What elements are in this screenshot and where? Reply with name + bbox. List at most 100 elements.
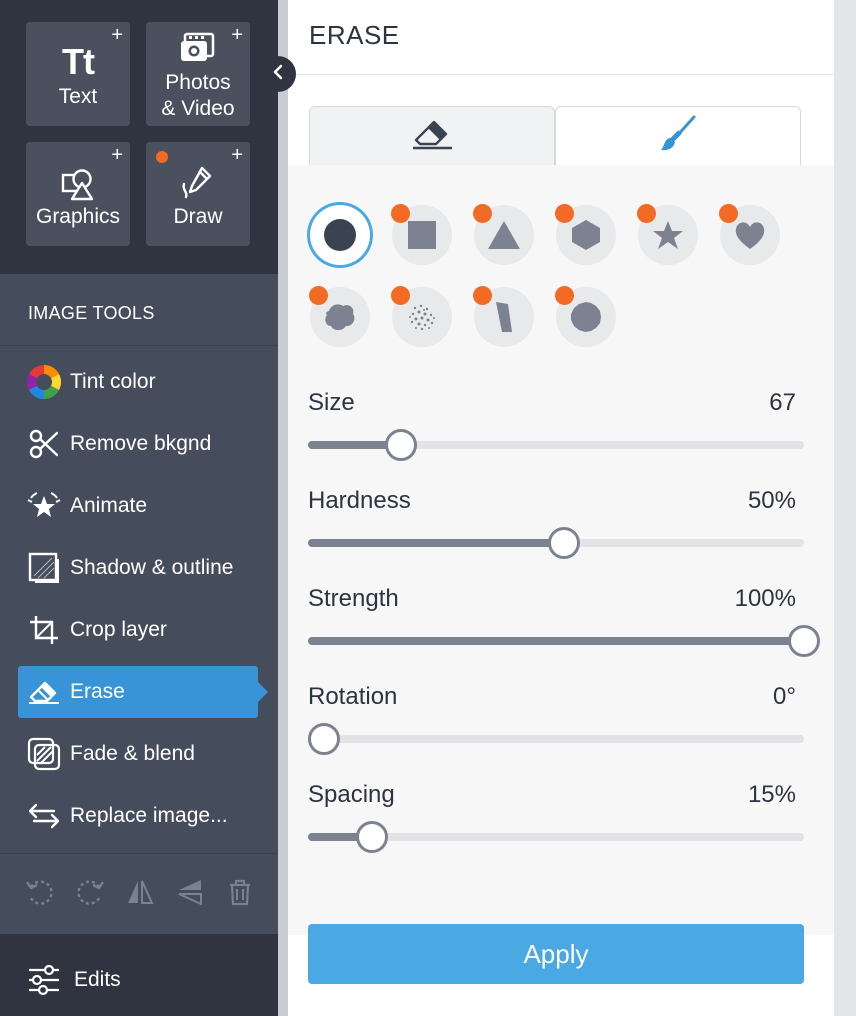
brush-shape-circle[interactable] [310,205,370,265]
slider-handle[interactable] [788,625,820,657]
sliders-icon [24,964,64,996]
tool-label: Remove bkgnd [70,432,212,455]
slider-value: 100% [734,585,796,612]
eraser-icon [410,116,454,157]
tool-label: Replace image... [70,804,228,827]
text-glyph: Tt [62,41,95,82]
tool-label: Crop layer [70,618,167,641]
slider-track[interactable] [308,527,804,559]
brush-shape-hexagon[interactable] [555,204,616,265]
apply-button[interactable]: Apply [308,924,804,984]
tool-animate[interactable]: Animate [18,480,258,532]
tool-tint-color[interactable]: Tint color [18,356,258,408]
divider [0,345,278,346]
photos-video-icon [146,30,250,66]
tile-label-line2: & Video [161,97,235,120]
slider-spacing: Spacing 15% [308,781,804,853]
tile-label-line1: Photos [165,71,231,94]
tool-label: Shadow & outline [70,556,234,579]
slider-label: Size [308,389,355,416]
tool-fade-blend[interactable]: Fade & blend [18,728,258,780]
slider-rotation: Rotation 0° [308,683,804,755]
slider-track[interactable] [308,429,804,461]
tool-remove-bkgnd[interactable]: Remove bkgnd [18,418,258,470]
tint-color-icon [24,356,64,408]
flip-vertical-icon[interactable] [172,874,208,910]
premium-badge [473,204,492,223]
canvas-edge [834,0,856,1016]
brush-shape-heart[interactable] [719,204,780,265]
premium-badge [309,286,328,305]
slider-fill [308,539,564,547]
brush-shape-chisel[interactable] [473,286,534,347]
brush-shape-rough-circle[interactable] [555,286,616,347]
draw-icon [146,164,250,200]
brush-shape-square[interactable] [391,204,452,265]
add-draw-tile[interactable]: + Draw [146,142,250,246]
brush-shape-triangle[interactable] [473,204,534,265]
tool-label: Animate [70,494,148,517]
edits-button[interactable]: Edits [24,954,121,1006]
slider-handle[interactable] [548,527,580,559]
premium-badge [637,204,656,223]
flip-horizontal-icon[interactable] [122,874,158,910]
shadow-outline-icon [24,542,64,594]
panel-gutter [278,0,288,1016]
brush-shape-star[interactable] [637,204,698,265]
slider-handle[interactable] [384,429,417,461]
add-content-area: + Tt Text + Photos & Video + Graphics + … [0,0,278,274]
add-photos-video-tile[interactable]: + Photos & Video [146,22,250,126]
slider-track[interactable] [308,821,804,853]
slider-track[interactable] [308,625,820,657]
text-icon: Tt [26,44,130,80]
replace-arrows-icon [24,790,64,842]
slider-value: 0° [773,683,796,710]
slider-handle[interactable] [308,723,340,755]
panel-title: ERASE [309,20,400,50]
premium-badge [555,204,574,223]
add-graphics-tile[interactable]: + Graphics [26,142,130,246]
slider-size: Size 67 [308,389,804,461]
collapse-sidebar-button[interactable] [260,56,296,92]
premium-badge [555,286,574,305]
scissors-icon [24,418,64,470]
tile-label: Text [58,85,98,108]
slider-track[interactable] [308,723,804,755]
paintbrush-icon [658,114,698,159]
trash-icon[interactable] [222,874,258,910]
slider-handle[interactable] [356,821,388,853]
history-toolbar [22,874,258,910]
slider-value: 67 [769,389,796,416]
slider-value: 50% [747,487,796,514]
brush-shape-spray[interactable] [391,286,452,347]
slider-fill [308,637,804,645]
new-badge [156,151,168,163]
undo-icon[interactable] [22,874,58,910]
redo-icon[interactable] [72,874,108,910]
animate-star-icon [24,480,64,532]
tab-brush[interactable] [555,106,801,166]
tool-shadow-outline[interactable]: Shadow & outline [18,542,258,594]
tool-label: Fade & blend [70,742,195,765]
image-tools-heading: IMAGE TOOLS [28,303,155,323]
add-text-tile[interactable]: + Tt Text [26,22,130,126]
tool-erase[interactable]: Erase [18,666,268,718]
chevron-left-icon [271,64,285,85]
sidebar: + Tt Text + Photos & Video + Graphics + … [0,0,278,1016]
premium-badge [473,286,492,305]
tool-replace-image[interactable]: Replace image... [18,790,258,842]
tab-eraser[interactable] [309,106,555,166]
slider-label: Spacing [308,781,395,808]
crop-icon [24,604,64,656]
premium-badge [391,286,410,305]
brush-settings: Size 67 Hardness 50% Strength 100% Rotat… [288,165,834,935]
slider-label: Rotation [308,683,398,710]
tool-label: Tint color [70,370,156,393]
erase-panel: ERASE Size 67 Hardness 50% Strength 100%… [288,0,834,1016]
tile-label: Graphics [35,205,121,228]
tool-crop-layer[interactable]: Crop layer [18,604,258,656]
tool-label: Erase [70,680,125,703]
plus-icon: + [111,144,123,166]
graphics-icon [26,166,130,202]
brush-shape-splat[interactable] [309,286,370,347]
